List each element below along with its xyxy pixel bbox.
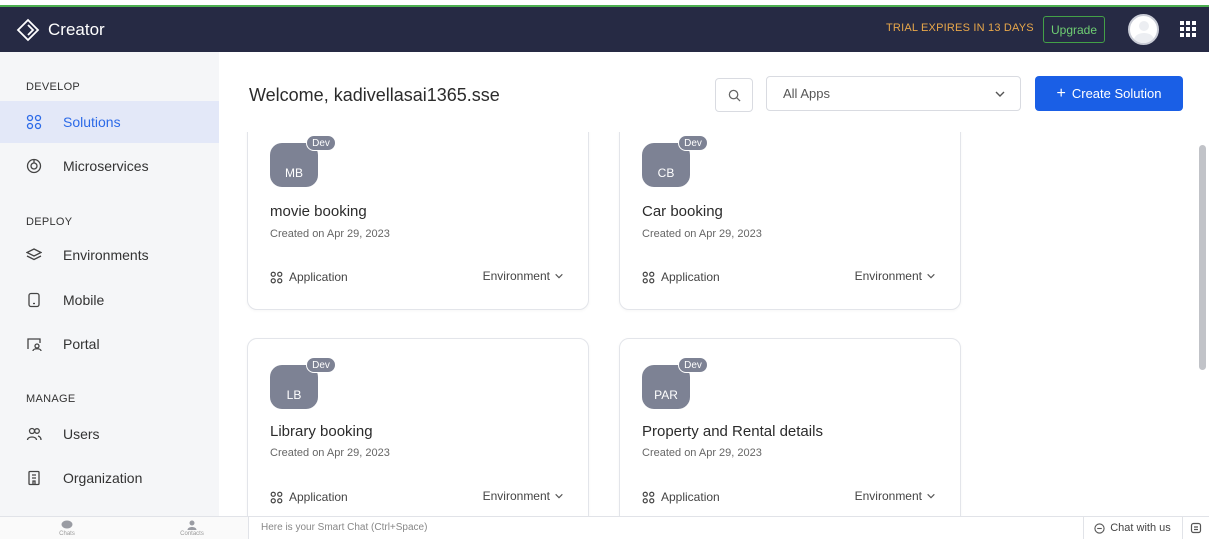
sidebar-item-label: Environments <box>63 247 149 263</box>
dev-badge: Dev <box>678 135 708 151</box>
application-icon <box>270 491 283 503</box>
solution-type: Application <box>270 490 348 504</box>
app-switcher-icon[interactable] <box>1180 21 1196 37</box>
sidebar-item-users[interactable]: Users <box>0 413 219 455</box>
top-header: Creator TRIAL EXPIRES IN 13 DAYS Upgrade <box>0 7 1209 52</box>
environment-dropdown[interactable]: Environment <box>483 489 564 503</box>
layers-icon <box>26 247 42 263</box>
user-avatar[interactable] <box>1128 14 1159 45</box>
vertical-scrollbar[interactable] <box>1199 145 1206 370</box>
portal-icon <box>26 336 42 352</box>
sidebar-item-organization[interactable]: Organization <box>0 457 219 499</box>
application-icon <box>642 491 655 503</box>
section-label-develop: DEVELOP <box>26 81 81 93</box>
solution-card[interactable]: MB Dev movie booking Created on Apr 29, … <box>247 132 589 310</box>
environment-dropdown[interactable]: Environment <box>855 269 936 283</box>
solution-initials: MB <box>285 166 303 180</box>
person-icon <box>187 520 197 530</box>
dev-badge: Dev <box>306 357 336 373</box>
plus-icon: + <box>1056 84 1066 102</box>
chat-with-us-button[interactable]: Chat with us <box>1083 517 1181 539</box>
solution-date: Created on Apr 29, 2023 <box>642 447 762 459</box>
sidebar-item-label: Solutions <box>63 114 121 130</box>
apps-grid-icon <box>26 114 42 130</box>
mobile-icon <box>26 292 42 308</box>
creator-logo-icon <box>16 18 40 41</box>
solution-badge: LB Dev <box>270 357 336 409</box>
create-solution-button[interactable]: + Create Solution <box>1035 76 1183 111</box>
solution-type: Application <box>270 270 348 284</box>
solution-card[interactable]: CB Dev Car booking Created on Apr 29, 20… <box>619 132 961 310</box>
chevron-down-icon <box>927 493 935 499</box>
apps-filter-select[interactable]: All Apps <box>766 76 1021 111</box>
search-button[interactable] <box>715 78 753 112</box>
chevron-down-icon <box>555 493 563 499</box>
chat-icon <box>1094 522 1105 534</box>
sidebar-item-label: Organization <box>63 470 143 486</box>
solution-date: Created on Apr 29, 2023 <box>270 447 390 459</box>
solution-card[interactable]: PAR Dev Property and Rental details Crea… <box>619 338 961 516</box>
sidebar-item-label: Mobile <box>63 292 105 308</box>
solution-title: Library booking <box>270 423 373 440</box>
environment-dropdown[interactable]: Environment <box>483 269 564 283</box>
chevron-down-icon <box>555 273 563 279</box>
smart-chat-input[interactable]: Here is your Smart Chat (Ctrl+Space) <box>261 522 427 533</box>
solution-title: Car booking <box>642 203 723 220</box>
solution-badge: PAR Dev <box>642 357 708 409</box>
environment-dropdown[interactable]: Environment <box>855 489 936 503</box>
solution-type: Application <box>642 270 720 284</box>
solution-initials: CB <box>657 166 675 180</box>
create-solution-label: Create Solution <box>1071 86 1162 101</box>
sidebar-item-label: Microservices <box>63 158 149 174</box>
app-name: Creator <box>48 19 105 39</box>
section-label-deploy: DEPLOY <box>26 216 73 228</box>
application-icon <box>642 271 655 283</box>
dev-badge: Dev <box>306 135 336 151</box>
chevron-down-icon <box>927 273 935 279</box>
top-accent-strip <box>0 0 1209 7</box>
sidebar-item-portal[interactable]: Portal <box>0 323 219 365</box>
users-icon <box>26 426 42 442</box>
apps-filter-value: All Apps <box>783 86 830 101</box>
sidebar-item-label: Portal <box>63 336 100 352</box>
microservices-icon <box>26 158 42 174</box>
sidebar-item-solutions[interactable]: Solutions <box>0 101 219 143</box>
solution-initials: LB <box>286 388 302 402</box>
solution-initials: PAR <box>654 388 678 402</box>
search-icon <box>728 89 741 102</box>
application-icon <box>270 271 283 283</box>
chats-button[interactable]: Chats <box>37 520 97 537</box>
trial-expiry-text: TRIAL EXPIRES IN 13 DAYS <box>886 22 1034 34</box>
welcome-heading: Welcome, kadivellasai1365.sse <box>249 85 500 105</box>
solution-type: Application <box>642 490 720 504</box>
sidebar-item-mobile[interactable]: Mobile <box>0 279 219 321</box>
notification-icon <box>1190 522 1202 534</box>
upgrade-button[interactable]: Upgrade <box>1043 16 1105 43</box>
organization-icon <box>26 470 42 486</box>
solution-badge: CB Dev <box>642 135 708 187</box>
sidebar-item-microservices[interactable]: Microservices <box>0 145 219 187</box>
notification-button[interactable] <box>1182 517 1209 539</box>
solution-badge: MB Dev <box>270 135 336 187</box>
bottom-left-panel: Chats Contacts <box>0 517 249 539</box>
solution-title: Property and Rental details <box>642 423 823 440</box>
app-logo[interactable]: Creator <box>16 18 105 42</box>
sidebar-item-label: Users <box>63 426 100 442</box>
solutions-grid: MB Dev movie booking Created on Apr 29, … <box>219 132 1194 516</box>
bottom-bar: Chats Contacts Here is your Smart Chat (… <box>0 516 1209 539</box>
solution-date: Created on Apr 29, 2023 <box>270 228 390 240</box>
section-label-manage: MANAGE <box>26 393 76 405</box>
dev-badge: Dev <box>678 357 708 373</box>
solution-card[interactable]: LB Dev Library booking Created on Apr 29… <box>247 338 589 516</box>
chat-bubble-icon <box>61 520 73 529</box>
solution-title: movie booking <box>270 203 367 220</box>
solution-date: Created on Apr 29, 2023 <box>642 228 762 240</box>
sidebar-item-environments[interactable]: Environments <box>0 234 219 276</box>
contacts-button[interactable]: Contacts <box>162 520 222 537</box>
chevron-down-icon <box>995 91 1005 97</box>
